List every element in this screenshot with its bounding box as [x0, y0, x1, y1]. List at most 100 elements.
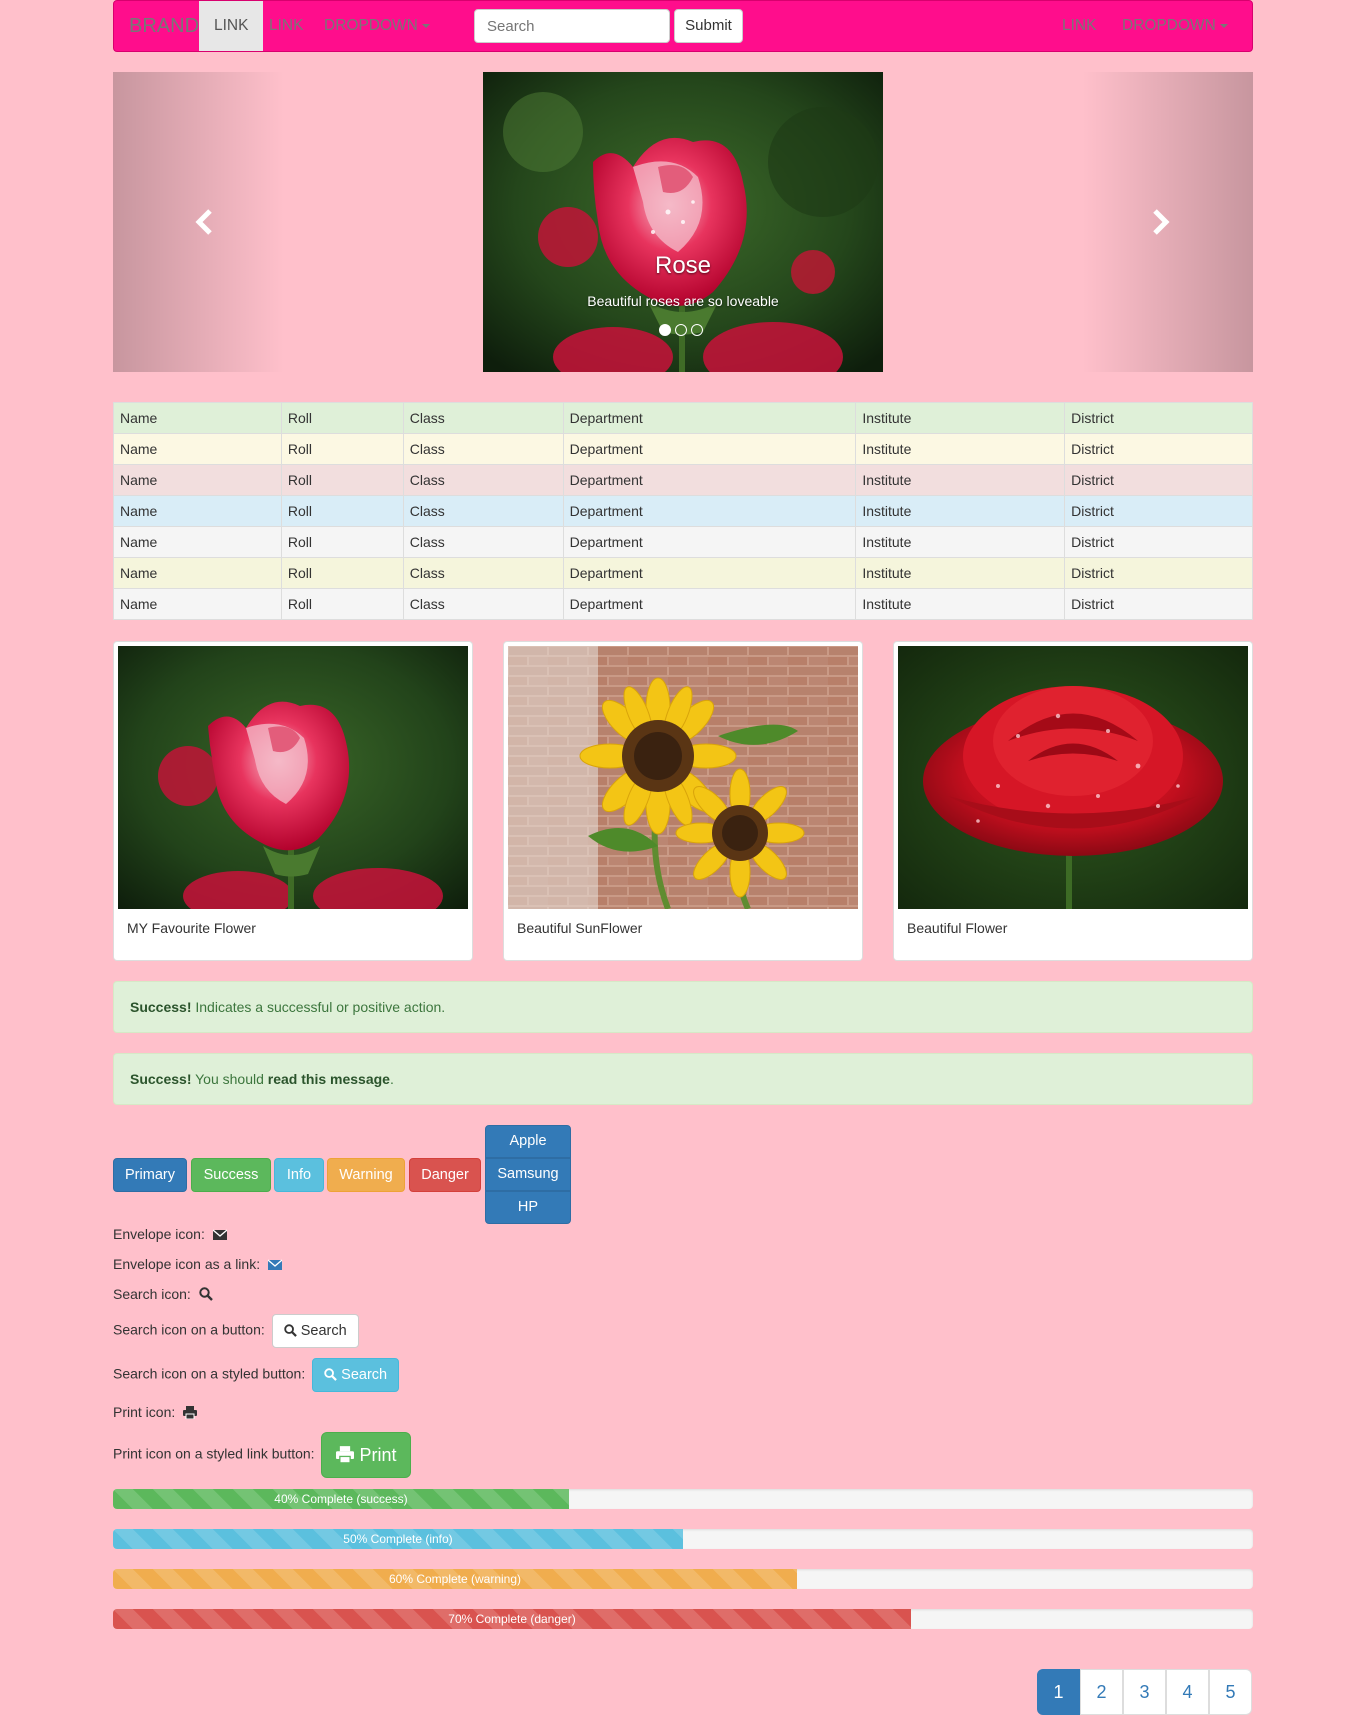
table-row: Name Roll Class Department Institute District	[113, 588, 1253, 620]
primary-button[interactable]: Primary	[113, 1158, 187, 1192]
table-cell: Department	[562, 495, 857, 527]
hp-button[interactable]: HP	[485, 1191, 571, 1224]
carousel: Rose Beautiful roses are so loveable	[113, 72, 1253, 372]
table-cell: Department	[562, 526, 857, 558]
table-cell: Class	[402, 588, 564, 620]
table-row: Name Roll Class Department Institute District	[113, 557, 1253, 589]
apple-button[interactable]: Apple	[485, 1125, 571, 1158]
carousel-indicator-3[interactable]	[691, 324, 703, 336]
nav-link-right[interactable]: LINK	[1047, 1, 1111, 51]
print-button-text: Print	[359, 1445, 397, 1465]
thumbnail-rose[interactable]: MY Favourite Flower	[113, 641, 473, 961]
table-cell: Name	[113, 495, 282, 527]
thumbnail-sunflower[interactable]: Beautiful SunFlower	[503, 641, 863, 961]
table-cell: Institute	[855, 588, 1066, 620]
table-cell: District	[1064, 495, 1253, 527]
search-button[interactable]: Search	[271, 1314, 359, 1348]
thumbnail-image	[898, 646, 1248, 909]
table-cell: Department	[562, 588, 857, 620]
nav-dropdown-right-label: DROPDOWN	[1122, 17, 1216, 34]
envelope-link-label: Envelope icon as a link:	[113, 1256, 261, 1272]
nav-dropdown-left[interactable]: DROPDOWN	[309, 1, 445, 51]
navbar: BRAND LINK LINK DROPDOWN Submit LINK DRO…	[113, 0, 1253, 52]
chevron-right-icon	[1153, 209, 1170, 235]
page-5[interactable]: 5	[1209, 1669, 1252, 1715]
table-cell: Roll	[280, 557, 404, 589]
search-icon	[199, 1287, 213, 1301]
table-cell: District	[1064, 464, 1253, 496]
alert-text: You should	[191, 1071, 268, 1087]
print-link-row: Print icon on a styled link button: Prin…	[113, 1432, 412, 1478]
page-2[interactable]: 2	[1080, 1669, 1123, 1715]
table-cell: District	[1064, 588, 1253, 620]
alert-text: Indicates a successful or positive actio…	[191, 999, 446, 1015]
search-button-label: Search icon on a button:	[113, 1321, 265, 1338]
table-cell: Class	[402, 464, 564, 496]
table-cell: Name	[113, 526, 282, 558]
samsung-button[interactable]: Samsung	[485, 1158, 571, 1191]
navbar-brand[interactable]: BRAND	[129, 1, 199, 51]
carousel-caption-title: Rose	[654, 252, 712, 279]
student-table: Name Roll Class Department Institute District…	[113, 402, 1253, 620]
table-cell: Institute	[855, 495, 1066, 527]
nav-dropdown-right[interactable]: DROPDOWN	[1107, 1, 1243, 51]
table-cell: Name	[113, 433, 282, 465]
envelope-link-icon[interactable]	[267, 1259, 282, 1271]
progress-warning: 60% Complete (warning)	[113, 1569, 1253, 1589]
table-cell: Institute	[855, 526, 1066, 558]
carousel-indicator-2[interactable]	[675, 324, 687, 336]
progress-bar-danger: 70% Complete (danger)	[113, 1609, 911, 1629]
page-1[interactable]: 1	[1037, 1669, 1080, 1715]
print-link-label: Print icon on a styled link button:	[113, 1445, 315, 1462]
table-cell: District	[1064, 402, 1253, 434]
table-cell: Department	[562, 464, 857, 496]
alert-strong: Success!	[130, 999, 192, 1015]
table-row: Name Roll Class Department Institute District	[113, 402, 1253, 434]
page-4[interactable]: 4	[1166, 1669, 1209, 1715]
warning-button[interactable]: Warning	[327, 1158, 405, 1192]
carousel-indicator-1[interactable]	[659, 324, 671, 336]
print-icon	[336, 1446, 355, 1464]
page-3[interactable]: 3	[1123, 1669, 1166, 1715]
nav-dropdown-left-label: DROPDOWN	[324, 17, 418, 34]
info-button[interactable]: Info	[274, 1158, 324, 1192]
thumbnail-image	[118, 646, 468, 909]
print-icon-row: Print icon:	[113, 1404, 198, 1420]
table-cell: Name	[113, 402, 282, 434]
alert-link[interactable]: read this message	[268, 1071, 390, 1087]
table-cell: Roll	[280, 402, 404, 434]
thumbnail-red-rose[interactable]: Beautiful Flower	[893, 641, 1253, 961]
progress-danger: 70% Complete (danger)	[113, 1609, 1253, 1629]
thumbnail-image	[508, 646, 858, 909]
progress-bar-info: 50% Complete (info)	[113, 1529, 683, 1549]
submit-button[interactable]: Submit	[674, 9, 743, 43]
vertical-button-group: Apple Samsung HP	[485, 1125, 571, 1224]
progress-success: 40% Complete (success)	[113, 1489, 1253, 1509]
thumbnail-caption: Beautiful Flower	[907, 920, 1008, 936]
search-icon	[283, 1324, 297, 1337]
alert-text-end: .	[389, 1071, 394, 1087]
table-cell: Name	[113, 464, 282, 496]
table-cell: Roll	[280, 464, 404, 496]
table-cell: District	[1064, 557, 1253, 589]
table-row: Name Roll Class Department Institute District	[113, 433, 1253, 465]
envelope-link-row: Envelope icon as a link:	[113, 1256, 282, 1272]
table-cell: Department	[562, 402, 857, 434]
table-cell: Roll	[280, 526, 404, 558]
thumbnail-caption: Beautiful SunFlower	[517, 920, 643, 936]
carousel-next-control[interactable]	[1082, 72, 1253, 372]
thumbnail-caption: MY Favourite Flower	[127, 920, 256, 936]
search-styled-label: Search icon on a styled button:	[113, 1365, 306, 1382]
chevron-left-icon	[195, 209, 212, 235]
table-cell: Institute	[855, 402, 1066, 434]
search-styled-text: Search	[341, 1367, 388, 1383]
search-input[interactable]	[474, 9, 670, 43]
search-styled-button[interactable]: Search	[312, 1358, 400, 1392]
caret-down-icon	[1219, 23, 1228, 28]
danger-button[interactable]: Danger	[409, 1158, 481, 1192]
success-button[interactable]: Success	[191, 1158, 271, 1192]
table-cell: Class	[402, 495, 564, 527]
carousel-prev-control[interactable]	[113, 72, 284, 372]
table-cell: District	[1064, 526, 1253, 558]
print-button[interactable]: Print	[321, 1432, 412, 1478]
